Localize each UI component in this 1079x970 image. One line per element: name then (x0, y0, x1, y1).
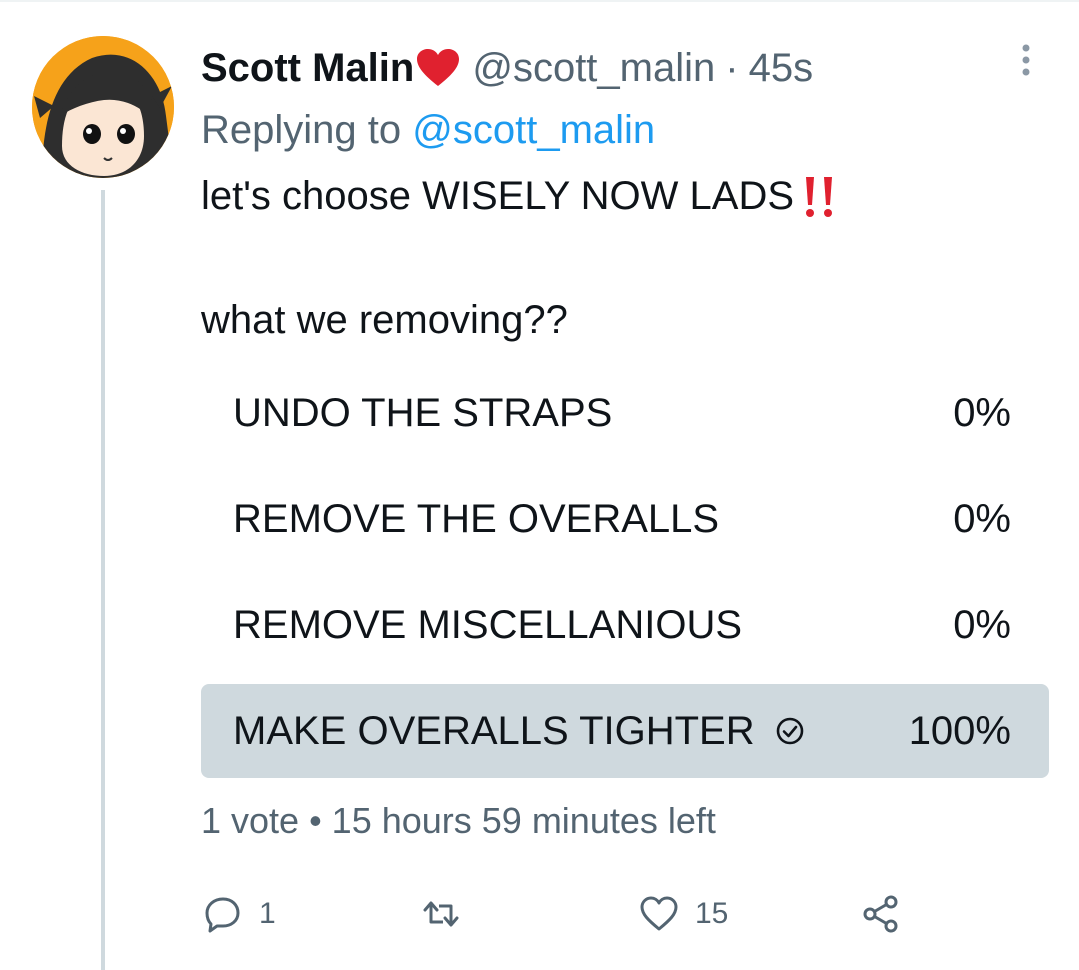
poll: UNDO THE STRAPS 0% REMOVE THE OVERALLS 0… (201, 366, 1049, 790)
reply-icon (205, 897, 240, 933)
poll-option[interactable]: REMOVE THE OVERALLS 0% (201, 472, 1049, 566)
replying-to-label: Replying to (201, 108, 402, 152)
share-icon (863, 895, 898, 933)
like-heart-icon (640, 896, 678, 931)
retweet-icon (423, 901, 459, 927)
poll-option-percent: 0% (953, 602, 1011, 647)
thread-line (101, 190, 105, 970)
tweet-timestamp[interactable]: 45s (749, 46, 814, 91)
tweet-text-line1: let's choose WISELY NOW LADS (201, 174, 836, 219)
poll-meta: 1 vote • 15 hours 59 minutes left (201, 800, 716, 841)
avatar-illustration (32, 36, 174, 178)
author-name[interactable]: Scott Malin (201, 46, 414, 91)
check-circle-icon (776, 717, 803, 745)
poll-option-label: UNDO THE STRAPS (233, 390, 613, 435)
reply-count: 1 (259, 897, 276, 930)
meta-separator: · (725, 45, 739, 90)
retweet-button[interactable] (421, 888, 477, 940)
replying-to: Replying to @scott_malin (201, 108, 655, 153)
top-divider (0, 0, 1079, 2)
poll-option-selected[interactable]: MAKE OVERALLS TIGHTER 100% (201, 684, 1049, 778)
poll-option-percent: 100% (908, 708, 1011, 753)
tweet-header: Scott Malin @scott_malin · 45s (201, 40, 813, 96)
heart-emoji-icon (417, 49, 460, 86)
poll-option-label: REMOVE MISCELLANIOUS (233, 602, 743, 647)
more-options-icon[interactable] (1016, 42, 1036, 82)
replying-to-handle[interactable]: @scott_malin (412, 108, 655, 152)
poll-option-percent: 0% (953, 496, 1011, 541)
double-exclamation-icon (806, 176, 833, 217)
poll-option-text: MAKE OVERALLS TIGHTER (233, 708, 755, 753)
poll-option-label: MAKE OVERALLS TIGHTER (233, 709, 805, 754)
tweet-text: let's choose WISELY NOW LADS (201, 174, 795, 218)
author-handle[interactable]: @scott_malin (472, 46, 715, 91)
tweet-text-line2: what we removing?? (201, 298, 568, 342)
share-button[interactable] (861, 888, 901, 940)
like-count: 15 (695, 897, 729, 930)
poll-option[interactable]: UNDO THE STRAPS 0% (201, 366, 1049, 460)
avatar[interactable] (32, 36, 174, 178)
poll-option-percent: 0% (953, 390, 1011, 435)
reply-button[interactable]: 1 (203, 888, 276, 940)
poll-option-label: REMOVE THE OVERALLS (233, 496, 720, 541)
poll-option[interactable]: REMOVE MISCELLANIOUS 0% (201, 578, 1049, 672)
action-bar: 1 15 (201, 888, 921, 940)
like-button[interactable]: 15 (639, 888, 728, 940)
